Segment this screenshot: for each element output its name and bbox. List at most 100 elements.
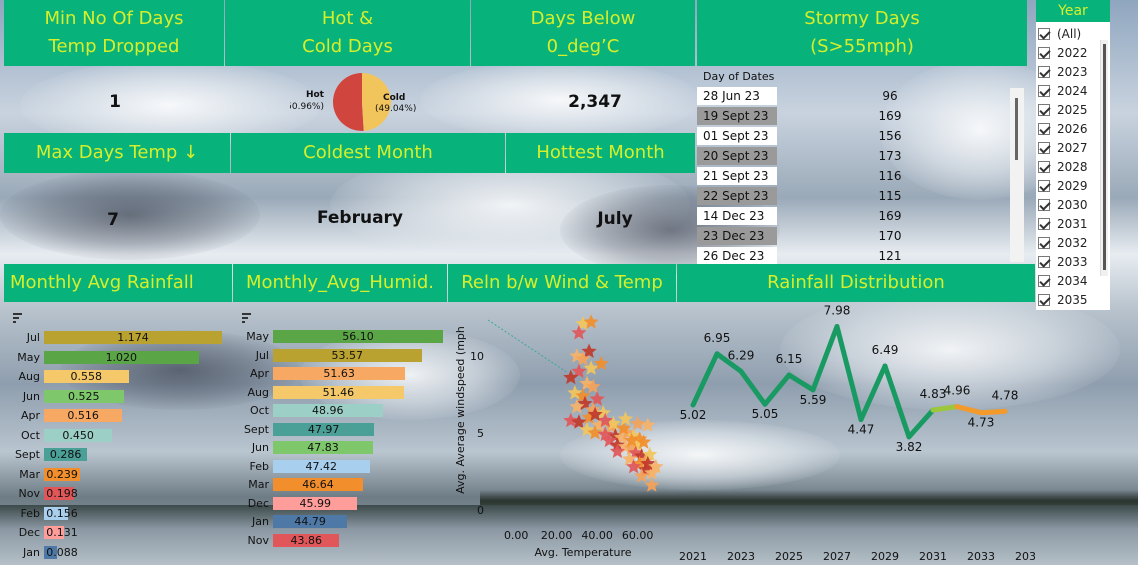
line-segment[interactable] xyxy=(954,404,984,416)
year-tick-label: 2027 xyxy=(823,550,851,563)
line-segment[interactable] xyxy=(810,323,840,393)
checkbox-icon[interactable] xyxy=(1038,46,1050,59)
year-filter-label: 2028 xyxy=(1057,159,1088,174)
year-filter-item[interactable]: 2029 xyxy=(1038,176,1102,195)
line-value-label: 5.59 xyxy=(800,393,827,407)
bar-category-label: Oct xyxy=(20,428,40,442)
checkbox-icon[interactable] xyxy=(1038,122,1050,135)
line-segment[interactable] xyxy=(762,372,792,407)
line-segment[interactable] xyxy=(834,323,864,423)
y-tick-label: 10 xyxy=(470,350,484,363)
header-coldest: Coldest Month xyxy=(231,133,505,173)
year-filter-item[interactable]: 2024 xyxy=(1038,81,1102,100)
stormy-date-cell[interactable]: 20 Sept 23 xyxy=(697,147,777,165)
stormy-table-scrollbar[interactable] xyxy=(1010,88,1024,262)
year-filter-item[interactable]: 2034 xyxy=(1038,271,1102,290)
stormy-value-cell: 156 xyxy=(878,129,902,143)
stormy-date-cell[interactable]: 21 Sept 23 xyxy=(697,167,777,185)
bar-category-label: Dec xyxy=(247,496,269,510)
line-segment[interactable] xyxy=(858,363,888,423)
bar-value-label: 56.10 xyxy=(342,330,374,343)
year-filter-item[interactable]: 2023 xyxy=(1038,62,1102,81)
stormy-date-cell[interactable]: 22 Sept 23 xyxy=(697,187,777,205)
stormy-date-cell[interactable]: 01 Sept 23 xyxy=(697,127,777,145)
year-filter-item[interactable]: 2032 xyxy=(1038,233,1102,252)
checkbox-icon[interactable] xyxy=(1038,217,1050,230)
year-scroll-thumb[interactable] xyxy=(1103,44,1106,270)
scatter-point[interactable] xyxy=(617,411,634,426)
checkbox-icon[interactable] xyxy=(1038,141,1050,154)
kpi-hottest: July xyxy=(597,209,633,229)
line-segment[interactable] xyxy=(786,372,816,393)
year-tick-label: 2023 xyxy=(727,550,755,563)
year-filter-item[interactable]: 2033 xyxy=(1038,252,1102,271)
stormy-date-cell[interactable]: 28 Jun 23 xyxy=(697,87,777,105)
bar-value-label: 51.46 xyxy=(322,385,355,399)
line-segment[interactable] xyxy=(906,407,936,440)
year-filter-scrollbar[interactable] xyxy=(1100,40,1108,276)
year-filter-item[interactable]: 2031 xyxy=(1038,214,1102,233)
checkbox-icon[interactable] xyxy=(1038,255,1050,268)
year-filter-item[interactable]: 2022 xyxy=(1038,43,1102,62)
year-filter-item[interactable]: 2027 xyxy=(1038,138,1102,157)
humidity-sort-icon[interactable] xyxy=(242,313,251,323)
line-segment[interactable] xyxy=(690,351,720,408)
stormy-value-cell: 116 xyxy=(878,169,902,183)
line-segment[interactable] xyxy=(882,363,912,440)
rainfall-sort-icon[interactable] xyxy=(13,313,22,323)
line-value-label: 6.49 xyxy=(872,343,899,357)
bar-category-label: Nov xyxy=(18,487,40,500)
kpi-days-below: 2,347 xyxy=(568,92,622,112)
year-filter-label: (All) xyxy=(1057,26,1082,41)
checkbox-icon[interactable] xyxy=(1038,65,1050,78)
scatter-point[interactable] xyxy=(589,391,605,406)
year-filter-item[interactable]: 2025 xyxy=(1038,100,1102,119)
year-filter-label: 2034 xyxy=(1057,273,1088,288)
stormy-date-cell[interactable]: 23 Dec 23 xyxy=(697,227,777,245)
year-filter-item[interactable]: 2028 xyxy=(1038,157,1102,176)
bar-value-label: 45.99 xyxy=(299,496,331,510)
x-tick-label: 20.00 xyxy=(541,529,573,542)
checkbox-icon[interactable] xyxy=(1038,84,1050,97)
year-filter-item[interactable]: 2030 xyxy=(1038,195,1102,214)
scatter-point[interactable] xyxy=(644,477,660,492)
bar-category-label: Dec xyxy=(18,526,40,539)
year-tick-label: 2033 xyxy=(967,550,995,563)
checkbox-icon[interactable] xyxy=(1038,103,1050,116)
year-filter-item[interactable]: (All) xyxy=(1038,24,1102,43)
year-filter-label: 2026 xyxy=(1057,121,1088,136)
stormy-date-cell[interactable]: 19 Sept 23 xyxy=(697,107,777,125)
pie-slice-hot[interactable] xyxy=(333,73,364,131)
line-value-label: 4.78 xyxy=(992,388,1019,402)
year-filter-item[interactable]: 2035 xyxy=(1038,290,1102,309)
bar-category-label: Jun xyxy=(251,441,269,454)
checkbox-icon[interactable] xyxy=(1038,27,1050,40)
line-segment[interactable] xyxy=(978,408,1008,416)
line-segment[interactable] xyxy=(930,404,960,413)
bar-value-label: 0.239 xyxy=(46,467,78,481)
line-value-label: 6.29 xyxy=(728,348,755,362)
checkbox-icon[interactable] xyxy=(1038,293,1050,306)
checkbox-icon[interactable] xyxy=(1038,198,1050,211)
year-filter-label: 2035 xyxy=(1057,292,1088,307)
year-filter-item[interactable]: 2026 xyxy=(1038,119,1102,138)
pie-hot-pct: (50.96%) xyxy=(290,102,324,112)
bar-category-label: May xyxy=(17,350,40,364)
scatter-point[interactable] xyxy=(630,415,646,431)
stormy-date-cell[interactable]: 26 Dec 23 xyxy=(697,247,777,265)
bar-category-label: Jun xyxy=(22,389,40,403)
checkbox-icon[interactable] xyxy=(1038,179,1050,192)
checkbox-icon[interactable] xyxy=(1038,236,1050,249)
stormy-table-header: Day of Dates xyxy=(703,70,775,83)
year-tick-label: 2025 xyxy=(775,550,803,563)
line-value-label: 4.83 xyxy=(920,387,947,401)
stormy-date-cell[interactable]: 14 Dec 23 xyxy=(697,207,777,225)
y-tick-label: 0 xyxy=(477,504,484,517)
x-tick-label: 0.00 xyxy=(504,529,528,542)
bar-value-label: 43.86 xyxy=(290,533,322,547)
checkbox-icon[interactable] xyxy=(1038,274,1050,287)
checkbox-icon[interactable] xyxy=(1038,160,1050,173)
stormy-scroll-thumb[interactable] xyxy=(1015,98,1018,160)
scatter-point[interactable] xyxy=(640,417,656,432)
line-segment[interactable] xyxy=(738,368,768,407)
